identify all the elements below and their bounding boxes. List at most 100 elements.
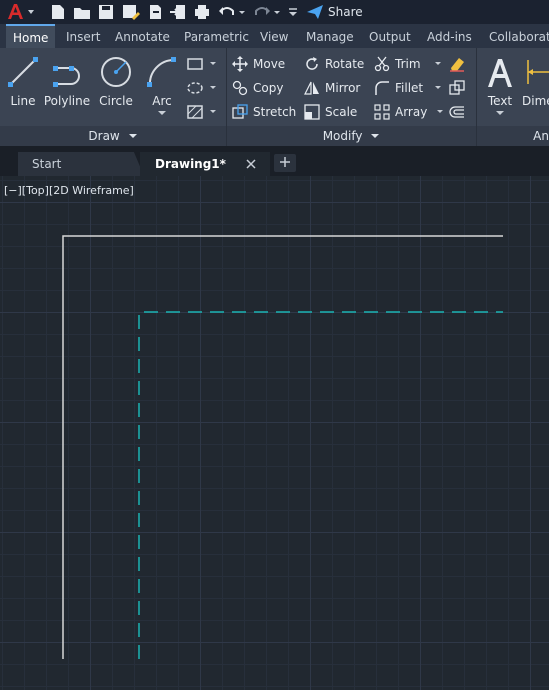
arc-tool[interactable]: Arc [144,54,180,124]
tab-output[interactable]: Output [369,24,411,48]
tab-start[interactable]: Start [18,152,144,176]
hatch-tool[interactable] [186,102,217,122]
eraser-icon [450,58,464,72]
open-folder-icon[interactable] [72,2,92,22]
modify-panel-expand-icon [371,134,380,138]
offset-icon [449,106,464,118]
scale-icon [304,104,320,120]
save-as-icon[interactable] [120,2,140,22]
plus-icon [280,157,290,167]
line-tool[interactable]: Line [4,54,42,124]
rectangle-tool[interactable] [186,54,217,74]
fillet-label: Fillet [395,81,424,95]
dashed-polyline[interactable] [138,311,503,659]
close-icon[interactable] [246,159,256,169]
arc-icon [147,57,176,87]
tab-add-ins[interactable]: Add-ins [427,24,472,48]
print-icon[interactable] [192,2,212,22]
array-icon [374,104,390,120]
modify-panel-label: Modify [322,129,363,143]
scissors-icon [374,56,390,72]
circle-icon [101,57,131,87]
paper-plane-icon [307,5,323,19]
fillet-icon [375,81,389,95]
document-tabs: Start Drawing1* [0,146,549,176]
stretch-label: Stretch [253,105,297,119]
text-tool[interactable]: Text [482,54,518,124]
draw-panel-title[interactable]: Draw [0,126,226,146]
save-icon[interactable] [96,2,116,22]
dimension-tool[interactable]: Dime [522,54,549,124]
share-button[interactable]: Share [306,2,363,22]
rotate-tool[interactable]: Rotate [304,54,364,74]
offset-tool[interactable] [448,102,466,122]
polyline-tool[interactable]: Polyline [43,54,91,124]
array-label: Array [395,105,428,119]
tab-home[interactable]: Home [6,24,56,48]
new-tab-button[interactable] [274,154,296,172]
drawing-canvas[interactable]: [−][Top][2D Wireframe] [0,176,549,690]
tab-manage[interactable]: Manage [306,24,354,48]
draw-panel-label: Draw [88,129,120,143]
polyline-icon [53,66,80,87]
stretch-icon [232,104,248,119]
tab-insert[interactable]: Insert [66,24,100,48]
start-tab-label: Start [32,157,62,171]
rectangle-dropdown-icon[interactable] [209,60,217,68]
copy-icon [232,80,248,96]
fillet-tool[interactable]: Fillet [374,78,442,98]
hatch-dropdown-icon[interactable] [209,108,217,116]
scale-tool[interactable]: Scale [304,102,357,122]
move-icon [232,56,248,72]
move-label: Move [253,57,286,71]
ellipse-tool[interactable] [186,78,217,98]
array-tool[interactable]: Array [374,102,444,122]
array-dropdown-icon[interactable] [436,108,444,116]
stretch-tool[interactable]: Stretch [232,102,296,122]
autocad-logo-icon[interactable] [4,0,40,24]
drawing-tab-label: Drawing1* [155,157,226,171]
explode-tool[interactable] [448,78,466,98]
quick-access-toolbar: Share [0,0,549,24]
rotate-icon [306,57,318,70]
ellipse-dropdown-icon[interactable] [209,84,217,92]
mirror-icon [304,81,319,95]
rectangle-icon [187,58,203,70]
scale-label: Scale [325,105,358,119]
share-label: Share [328,5,363,19]
export-icon[interactable] [145,2,165,22]
arc-dropdown-icon[interactable] [157,110,167,116]
tab-collaborate[interactable]: Collaborate [489,24,549,48]
erase-tool[interactable] [448,54,466,74]
draw-panel-expand-icon [128,134,137,138]
circle-tool[interactable]: Circle [96,54,136,124]
text-label: Text [487,94,513,108]
line-label: Line [10,94,36,108]
import-icon[interactable] [168,2,188,22]
fillet-dropdown-icon[interactable] [434,84,442,92]
arc-label: Arc [152,94,172,108]
undo-icon[interactable] [217,2,237,22]
redo-icon[interactable] [252,2,272,22]
move-tool[interactable]: Move [232,54,285,74]
line-icon [8,57,38,87]
new-file-icon[interactable] [48,2,68,22]
customize-qat-icon[interactable] [286,2,306,22]
solid-polyline[interactable] [62,235,503,659]
text-dropdown-icon[interactable] [495,110,505,116]
tab-drawing1[interactable]: Drawing1* [140,152,270,176]
tab-parametric[interactable]: Parametric [184,24,249,48]
trim-dropdown-icon[interactable] [434,60,442,68]
ribbon-tabs: Home Insert Annotate Parametric View Man… [0,24,549,48]
tab-annotate[interactable]: Annotate [115,24,170,48]
tab-view[interactable]: View [260,24,288,48]
explode-icon [449,80,465,95]
modify-panel-title[interactable]: Modify [227,126,476,146]
mirror-tool[interactable]: Mirror [304,78,360,98]
ellipse-icon [187,82,203,94]
annotation-panel-label: An [533,129,549,143]
polyline-label: Polyline [43,94,91,108]
copy-tool[interactable]: Copy [232,78,283,98]
trim-tool[interactable]: Trim [374,54,442,74]
annotation-panel-title[interactable]: An [477,126,549,146]
